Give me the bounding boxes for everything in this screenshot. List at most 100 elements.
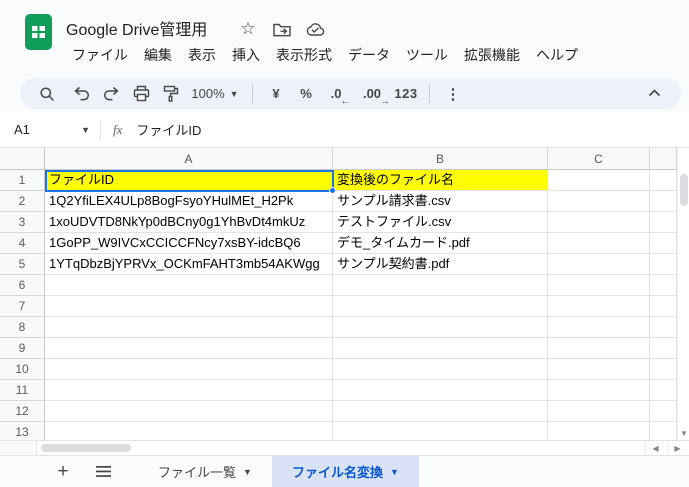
cell[interactable] [333,380,548,401]
row-header-6[interactable]: 6 [0,275,45,296]
menu-item-5[interactable]: データ [340,42,398,68]
number-format-button[interactable]: 123 [391,81,421,107]
sheet-tab-0[interactable]: ファイル一覧▼ [138,456,272,487]
cell[interactable] [548,317,650,338]
cell[interactable] [650,233,677,254]
cell[interactable] [650,422,677,440]
format-currency-button[interactable]: ¥ [261,81,291,107]
cell[interactable]: 1YTqDbzBjYPRVx_OCKmFAHT3mb54AKWgg [45,254,333,275]
row-header-4[interactable]: 4 [0,233,45,254]
cell[interactable] [333,338,548,359]
cell[interactable] [45,275,333,296]
sheet-tab-1[interactable]: ファイル名変換▼ [272,456,419,487]
column-header-C[interactable]: C [548,148,650,170]
column-header-partial[interactable] [650,148,677,170]
menu-item-2[interactable]: 表示 [180,42,224,68]
cell[interactable] [333,317,548,338]
search-button[interactable] [28,81,66,107]
scroll-left-icon[interactable]: ◀ [645,441,665,455]
cell[interactable] [650,191,677,212]
format-percent-button[interactable]: % [291,81,321,107]
print-button[interactable] [126,81,156,107]
cell[interactable] [45,296,333,317]
cell[interactable] [548,359,650,380]
horizontal-scrollbar-thumb[interactable] [41,444,131,452]
cell[interactable] [650,254,677,275]
menu-item-8[interactable]: ヘルプ [528,42,586,68]
cell[interactable] [548,212,650,233]
cell[interactable]: デモ_タイムカード.pdf [333,233,548,254]
cell[interactable]: 1xoUDVTD8NkYp0dBCny0g1YhBvDt4mkUz [45,212,333,233]
cell[interactable] [548,254,650,275]
cell[interactable]: サンプル契約書.pdf [333,254,548,275]
row-header-10[interactable]: 10 [0,359,45,380]
cell[interactable] [650,359,677,380]
cloud-saved-icon[interactable] [305,19,325,39]
fill-handle[interactable] [329,187,336,194]
menu-item-3[interactable]: 挿入 [224,42,268,68]
column-header-A[interactable]: A [45,148,333,170]
menu-item-7[interactable]: 拡張機能 [456,42,528,68]
cell[interactable]: 変換後のファイル名 [333,170,548,191]
menu-item-6[interactable]: ツール [398,42,456,68]
menu-item-1[interactable]: 編集 [136,42,180,68]
increase-decimal-button[interactable]: .00→ [357,81,387,107]
cell[interactable] [650,275,677,296]
add-sheet-button[interactable]: + [48,456,78,487]
row-header-8[interactable]: 8 [0,317,45,338]
cell[interactable]: サンプル請求書.csv [333,191,548,212]
menu-item-4[interactable]: 表示形式 [268,42,340,68]
zoom-select[interactable]: 100% ▼ [186,81,244,107]
row-header-7[interactable]: 7 [0,296,45,317]
cell[interactable] [333,401,548,422]
paint-format-button[interactable] [156,81,186,107]
row-header-2[interactable]: 2 [0,191,45,212]
cell[interactable] [650,338,677,359]
cell[interactable] [548,338,650,359]
cell[interactable] [333,359,548,380]
cell[interactable] [650,317,677,338]
select-all-corner[interactable] [0,148,45,170]
column-header-B[interactable]: B [333,148,548,170]
row-header-11[interactable]: 11 [0,380,45,401]
scroll-right-icon[interactable]: ▶ [667,441,687,455]
cell[interactable]: 1GoPP_W9IVCxCCICCFNcy7xsBY-idcBQ6 [45,233,333,254]
cell[interactable] [650,296,677,317]
cell[interactable] [548,233,650,254]
name-box[interactable]: A1 ▼ [0,112,100,147]
cell[interactable] [333,275,548,296]
cell[interactable] [45,401,333,422]
cell[interactable]: 1Q2YfiLEX4ULp8BogFsyoYHulMEt_H2Pk [45,191,333,212]
vertical-scrollbar-thumb[interactable] [680,174,688,206]
cell[interactable] [548,275,650,296]
more-vertical-icon[interactable]: ⋮ [438,81,468,107]
cell[interactable] [548,401,650,422]
cell[interactable] [45,317,333,338]
cell[interactable] [45,338,333,359]
decrease-decimal-button[interactable]: .0← [321,81,351,107]
document-title[interactable]: Google Drive管理用 [66,16,207,40]
cell[interactable] [333,422,548,440]
cell[interactable] [548,380,650,401]
cell[interactable] [333,296,548,317]
cell[interactable] [548,296,650,317]
row-header-12[interactable]: 12 [0,401,45,422]
move-folder-icon[interactable] [272,19,292,39]
horizontal-scrollbar[interactable]: ◀ ▶ [0,440,689,456]
undo-button[interactable] [66,81,96,107]
star-icon[interactable]: ☆ [238,19,258,39]
cell[interactable] [45,380,333,401]
cell[interactable] [650,170,677,191]
cell[interactable] [548,422,650,440]
menu-item-0[interactable]: ファイル [64,42,136,68]
cell[interactable] [45,359,333,380]
row-header-5[interactable]: 5 [0,254,45,275]
row-header-13[interactable]: 13 [0,422,45,440]
all-sheets-button[interactable] [88,456,118,487]
vertical-scrollbar[interactable]: ▼ [677,148,689,440]
cell[interactable]: テストファイル.csv [333,212,548,233]
row-header-1[interactable]: 1 [0,170,45,191]
collapse-toolbar-button[interactable] [639,80,669,106]
scroll-down-icon[interactable]: ▼ [678,429,689,438]
row-header-3[interactable]: 3 [0,212,45,233]
